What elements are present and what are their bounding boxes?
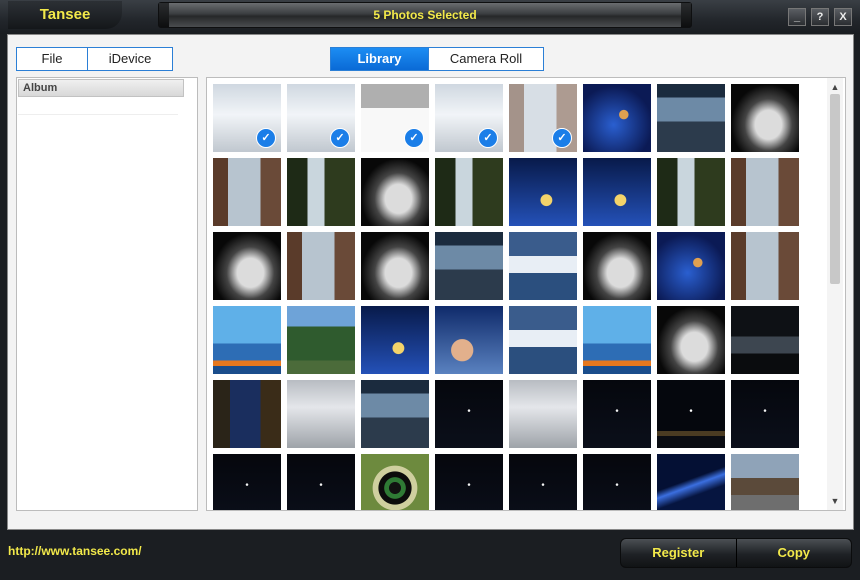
photo-thumbnail[interactable] — [213, 158, 281, 226]
photo-thumbnail[interactable] — [287, 454, 355, 510]
photo-thumbnail[interactable] — [509, 454, 577, 510]
main-panel: File iDevice Library Camera Roll Album ▲… — [7, 34, 854, 530]
photo-thumbnail[interactable] — [657, 454, 725, 510]
source-tabs: File iDevice — [16, 47, 173, 71]
photo-thumbnail[interactable] — [435, 454, 503, 510]
photo-thumbnail[interactable] — [361, 306, 429, 374]
photo-thumbnail[interactable] — [361, 232, 429, 300]
photo-thumbnail[interactable] — [435, 380, 503, 448]
photo-thumbnail[interactable] — [731, 158, 799, 226]
photo-thumbnail[interactable] — [213, 306, 281, 374]
website-link[interactable]: http://www.tansee.com/ — [8, 544, 142, 558]
photo-thumbnail[interactable]: ✓ — [213, 84, 281, 152]
tab-library[interactable]: Library — [331, 48, 428, 70]
checkmark-icon: ✓ — [330, 128, 350, 148]
photo-thumbnail[interactable] — [287, 232, 355, 300]
photo-thumbnail[interactable] — [731, 380, 799, 448]
tab-idevice[interactable]: iDevice — [87, 48, 172, 70]
status-bar: 5 Photos Selected — [158, 2, 692, 28]
album-panel: Album — [16, 77, 198, 511]
photo-thumbnail[interactable] — [731, 454, 799, 510]
photo-thumbnail[interactable]: ✓ — [509, 84, 577, 152]
photo-thumbnail[interactable] — [509, 158, 577, 226]
footer-buttons: Register Copy — [620, 538, 852, 568]
photo-thumbnail[interactable] — [361, 454, 429, 510]
scrollbar-thumb[interactable] — [830, 94, 840, 284]
photo-thumbnail[interactable] — [361, 380, 429, 448]
scroll-down-icon[interactable]: ▼ — [827, 494, 843, 508]
photo-thumbnail[interactable] — [657, 232, 725, 300]
album-row[interactable] — [18, 98, 178, 115]
photo-thumbnail[interactable] — [509, 380, 577, 448]
photo-thumbnail[interactable]: ✓ — [361, 84, 429, 152]
photo-thumbnail[interactable] — [435, 306, 503, 374]
view-tabs: Library Camera Roll — [330, 47, 544, 71]
photo-thumbnail[interactable] — [583, 306, 651, 374]
photo-thumbnail[interactable] — [657, 380, 725, 448]
photo-thumbnail[interactable] — [509, 232, 577, 300]
grid-scrollbar[interactable]: ▲ ▼ — [827, 78, 843, 510]
photo-thumbnail[interactable] — [361, 158, 429, 226]
photo-thumbnail[interactable] — [287, 380, 355, 448]
photo-thumbnail[interactable] — [583, 380, 651, 448]
photo-thumbnail[interactable] — [731, 84, 799, 152]
photo-thumbnail[interactable] — [213, 454, 281, 510]
photo-thumbnail[interactable] — [509, 306, 577, 374]
help-button[interactable]: ? — [811, 8, 829, 26]
photo-thumbnail[interactable]: ✓ — [287, 84, 355, 152]
copy-button[interactable]: Copy — [735, 539, 852, 567]
photo-thumbnail[interactable] — [583, 158, 651, 226]
checkmark-icon: ✓ — [404, 128, 424, 148]
photo-thumbnail[interactable] — [213, 232, 281, 300]
photo-thumbnail[interactable] — [657, 306, 725, 374]
photo-thumbnail[interactable]: ✓ — [435, 84, 503, 152]
photo-thumbnail[interactable] — [287, 158, 355, 226]
photo-thumbnail[interactable] — [731, 306, 799, 374]
photo-thumbnail[interactable] — [657, 84, 725, 152]
photo-thumbnail[interactable] — [731, 232, 799, 300]
selection-status: 5 Photos Selected — [373, 8, 477, 22]
app-title: Tansee — [8, 1, 122, 29]
photo-thumbnail[interactable] — [583, 84, 651, 152]
title-bar: Tansee 5 Photos Selected _ ? X — [0, 0, 860, 34]
photo-thumbnail[interactable] — [435, 232, 503, 300]
checkmark-icon: ✓ — [256, 128, 276, 148]
checkmark-icon: ✓ — [552, 128, 572, 148]
checkmark-icon: ✓ — [478, 128, 498, 148]
register-button[interactable]: Register — [621, 539, 736, 567]
photo-thumbnail[interactable] — [583, 232, 651, 300]
photo-grid: ▲ ▼ ✓ ✓ ✓ ✓ ✓ — [206, 77, 846, 511]
photo-thumbnail[interactable] — [287, 306, 355, 374]
tab-file[interactable]: File — [17, 48, 87, 70]
photo-thumbnail[interactable] — [583, 454, 651, 510]
scroll-up-icon[interactable]: ▲ — [827, 80, 843, 94]
photo-thumbnail[interactable] — [657, 158, 725, 226]
minimize-button[interactable]: _ — [788, 8, 806, 26]
tab-camera-roll[interactable]: Camera Roll — [428, 48, 543, 70]
close-button[interactable]: X — [834, 8, 852, 26]
photo-thumbnail[interactable] — [435, 158, 503, 226]
photo-thumbnail[interactable] — [213, 380, 281, 448]
album-column-header[interactable]: Album — [18, 79, 184, 97]
